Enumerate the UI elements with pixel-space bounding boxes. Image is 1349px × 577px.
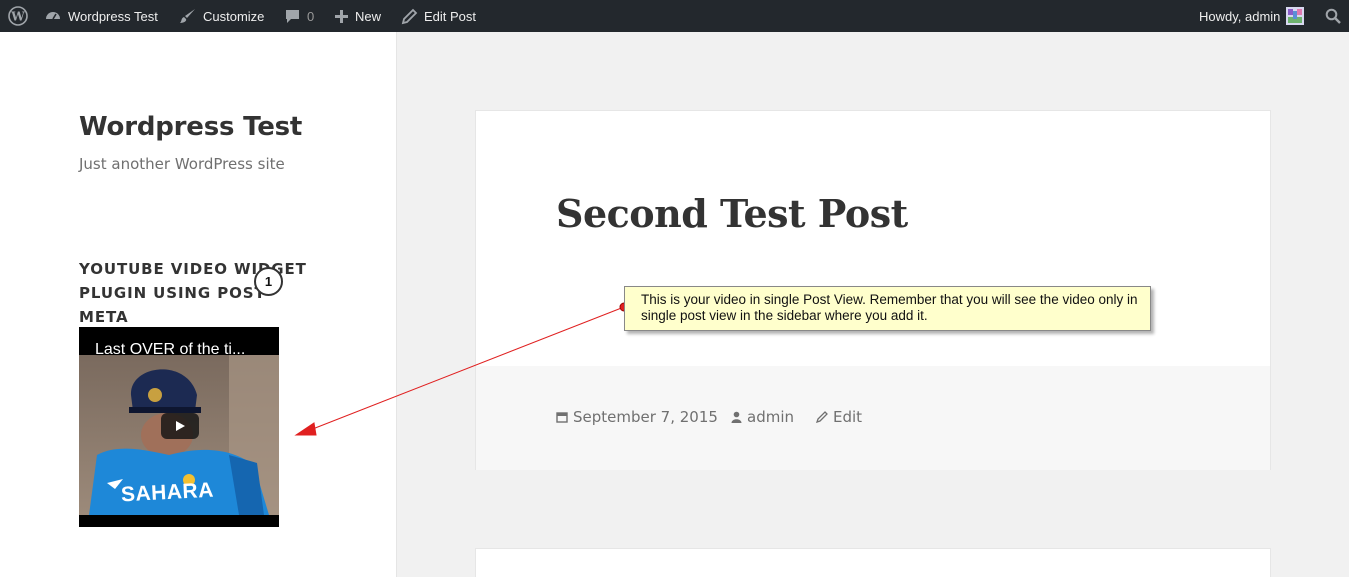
step-number-badge: 1	[254, 267, 283, 296]
video-title: Last OVER of the ti...	[95, 341, 246, 358]
youtube-video-embed[interactable]: Last OVER of the ti... SAHARA	[79, 327, 279, 527]
customize-label: Customize	[203, 8, 265, 24]
annotation-callout: This is your video in single Post View. …	[624, 286, 1151, 331]
post-author-label: admin	[747, 408, 794, 426]
user-icon	[731, 411, 742, 423]
post-edit-link[interactable]: Edit	[816, 408, 862, 426]
new-content-menu[interactable]: New	[334, 0, 381, 32]
comments-menu[interactable]: 0	[284, 0, 314, 32]
pencil-icon	[816, 411, 828, 423]
svg-text:W: W	[10, 10, 25, 24]
wordpress-logo-icon: W	[8, 6, 28, 26]
edit-post-menu[interactable]: Edit Post	[401, 0, 476, 32]
search-icon	[1325, 8, 1341, 24]
next-post-card	[475, 548, 1271, 577]
post-author[interactable]: admin	[731, 408, 794, 426]
sidebar: Wordpress Test Just another WordPress si…	[0, 32, 397, 577]
post-edit-label: Edit	[833, 408, 863, 426]
avatar	[1286, 7, 1305, 25]
my-account-menu[interactable]: Howdy, admin	[1199, 0, 1305, 32]
customize-menu[interactable]: Customize	[179, 0, 264, 32]
play-icon	[176, 421, 185, 431]
site-title-link[interactable]: Wordpress Test	[79, 112, 302, 142]
calendar-icon	[556, 412, 568, 423]
play-button[interactable]	[161, 413, 199, 439]
pencil-icon	[401, 8, 418, 24]
post-title: Second Test Post	[556, 191, 908, 236]
plus-icon	[335, 9, 348, 23]
new-label: New	[355, 8, 382, 24]
admin-bar: W Wordpress Test Customize 0 New Edit Po…	[0, 0, 1349, 32]
site-name-menu[interactable]: Wordpress Test	[44, 0, 158, 32]
brush-icon	[180, 9, 195, 23]
edit-post-label: Edit Post	[424, 8, 477, 24]
comment-bubble-icon	[286, 9, 299, 23]
jersey-sponsor-text: SAHARA	[120, 478, 215, 507]
howdy-label: Howdy, admin	[1199, 8, 1281, 24]
site-name-label: Wordpress Test	[68, 8, 158, 24]
post-footer: September 7, 2015 admin Edit	[476, 366, 1270, 470]
comments-count: 0	[307, 8, 315, 24]
post-date-label: September 7, 2015	[573, 408, 718, 426]
dashboard-icon	[46, 12, 60, 20]
search-button[interactable]	[1325, 0, 1341, 32]
widget-title: YOUTUBE VIDEO WIDGET PLUGIN USING POST M…	[79, 260, 307, 326]
post-date[interactable]: September 7, 2015	[556, 408, 718, 426]
wordpress-logo-button[interactable]: W	[8, 0, 28, 32]
site-description: Just another WordPress site	[79, 155, 285, 173]
